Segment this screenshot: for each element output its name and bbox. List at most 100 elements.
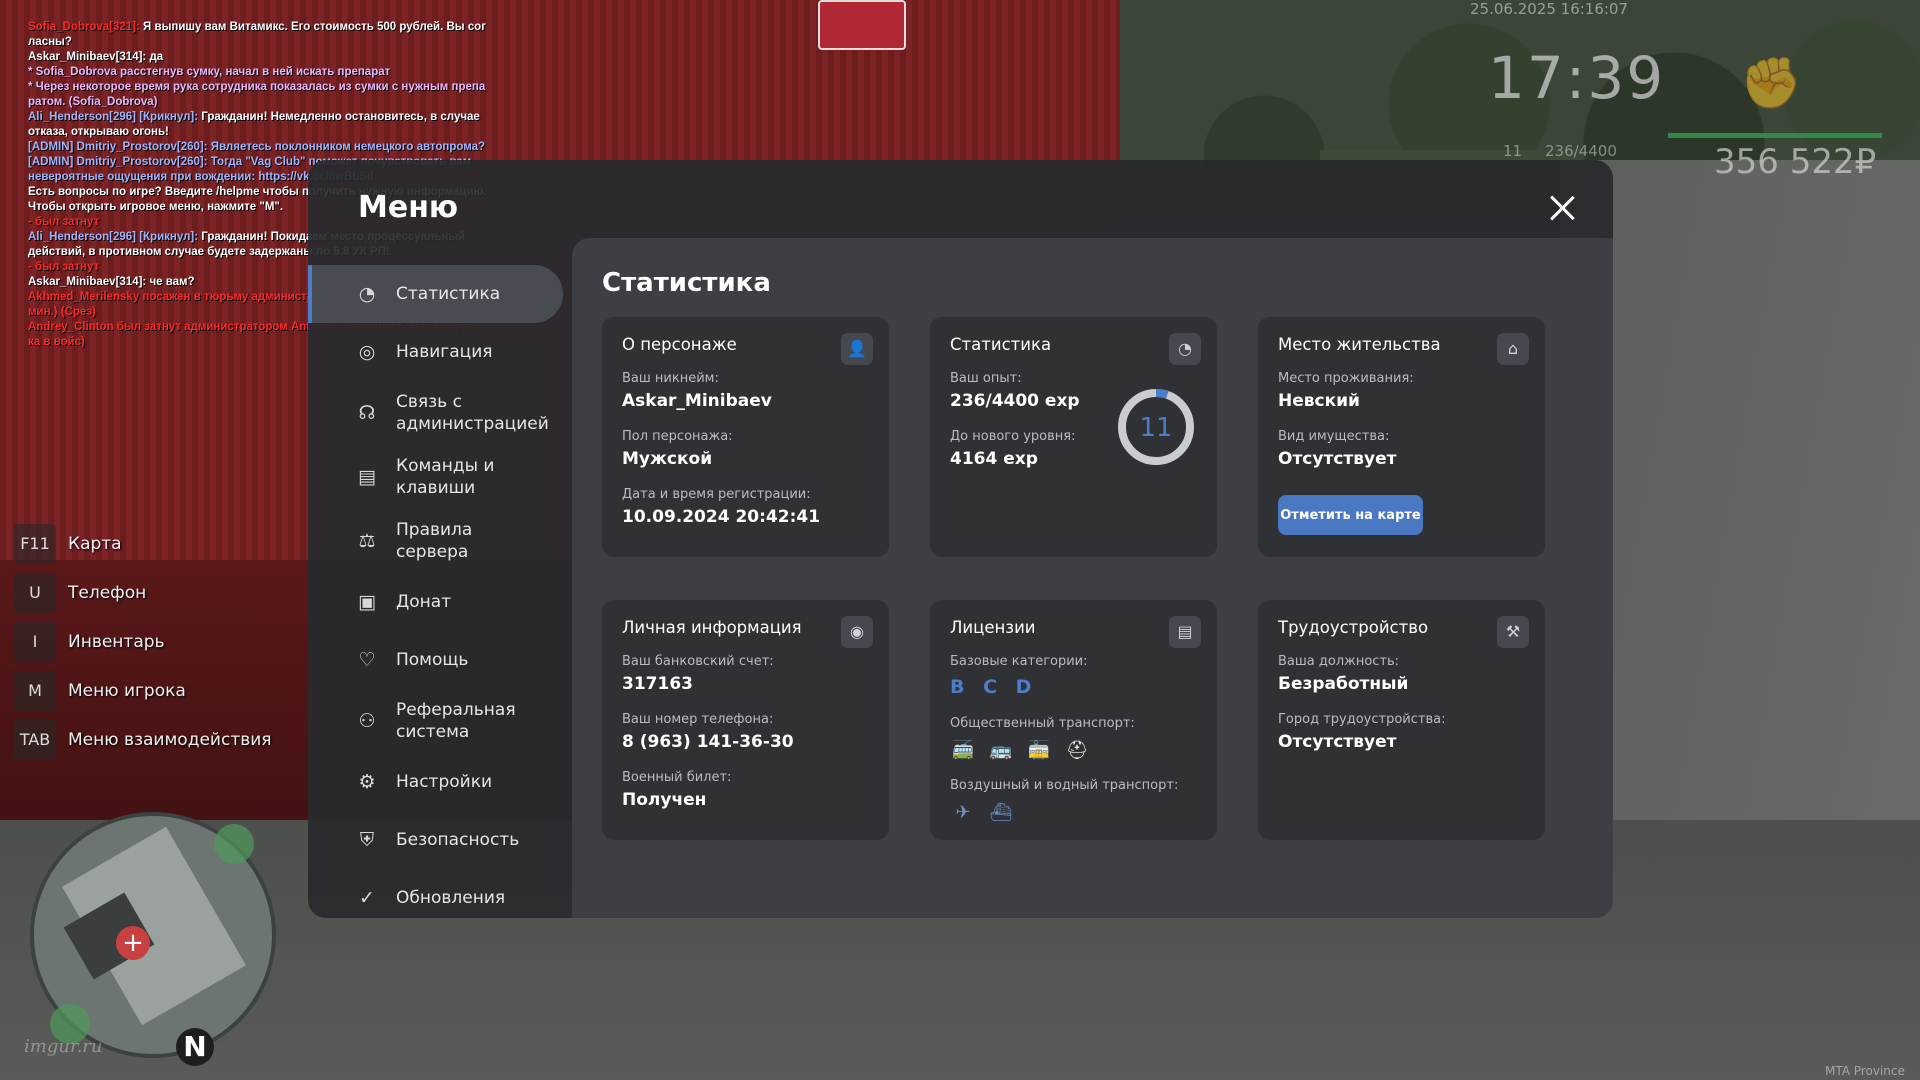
chat-line: отказа, открываю огонь!	[28, 125, 498, 140]
military-value: Получен	[622, 790, 707, 810]
card-character: О персонаже 👤 Ваш никнейм: Askar_Minibae…	[602, 317, 889, 557]
close-icon[interactable]	[1544, 190, 1580, 226]
billboard-poster	[818, 0, 906, 50]
nav-item-label: Помощь	[396, 650, 469, 670]
nav-item-8[interactable]: ⚙ Настройки	[308, 753, 563, 811]
card-personal-info: Личная информация ◉ Ваш банковский счет:…	[602, 600, 889, 840]
chat-line-prefix: * Sofia_Dobrova расстегнув сумку, начал …	[28, 66, 391, 78]
server-tag: MTA Province #4	[1825, 1064, 1905, 1080]
chat-line-prefix: Чтобы открыть игровое меню, нажмите "M".	[28, 201, 284, 213]
base-categories-label: Базовые категории:	[950, 654, 1088, 669]
chat-line-prefix: ратом. (Sofia_Dobrova)	[28, 96, 158, 108]
registration-value: 10.09.2024 20:42:41	[622, 507, 821, 527]
compass-north-icon: N	[176, 1028, 214, 1066]
shield-icon: ⛨	[359, 829, 375, 851]
nav-item-label: Настройки	[396, 772, 493, 792]
chat-line-prefix: мин.) (Срез)	[28, 306, 96, 318]
bank-marker-icon	[214, 824, 254, 864]
chat-line-prefix: - был затнут	[28, 261, 100, 273]
chat-line-prefix: Askar_Minibaev[314]: да	[28, 51, 164, 63]
menu-nav: ◔ Статистика ◎ Навигация ☊ Связь с администра…	[308, 265, 563, 927]
key-label: Меню взаимодействия	[68, 729, 272, 750]
key-cap: TAB	[14, 719, 56, 760]
position-value: Безработный	[1278, 674, 1409, 694]
health-bar	[1668, 133, 1882, 138]
card-licenses: Лицензии ▤ Базовые категории: B C D Обще…	[930, 600, 1217, 840]
next-level-value: 4164 exp	[950, 449, 1038, 469]
nav-item-5[interactable]: ▣ Донат	[308, 573, 563, 631]
keybind-row: U Телефон	[14, 568, 272, 617]
nav-item-1[interactable]: ◎ Навигация	[308, 323, 563, 381]
gender-value: Мужской	[622, 449, 713, 469]
nav-item-3[interactable]: ▤ Команды и клавиши	[308, 445, 563, 509]
chat-line-message: Я выпишу вам Витамикс. Его стоимость 500…	[139, 21, 486, 33]
card-title: Трудоустройство	[1278, 618, 1429, 637]
level-progress-ring: 11	[1118, 389, 1194, 465]
airplane-icon: ✈	[955, 802, 971, 823]
nav-item-label: Обновления	[396, 888, 506, 908]
nav-item-10[interactable]: ✓ Обновления	[308, 869, 563, 927]
id-card-icon: ▤	[1169, 616, 1201, 648]
nav-item-label: Статистика	[396, 284, 501, 304]
public-transport-icons: 🚎 🚌 🚋 ⛑	[950, 738, 1090, 764]
hud-exp: 236/4400	[1545, 142, 1617, 160]
key-cap: F11	[14, 523, 56, 564]
bus-icon: 🚌	[989, 740, 1013, 761]
keybind-row: TAB Меню взаимодействия	[14, 715, 272, 764]
scales-icon: ⚖	[358, 530, 376, 552]
key-label: Инвентарь	[68, 631, 165, 652]
fist-weapon-icon: ✊	[1740, 54, 1803, 112]
card-title: О персонаже	[622, 335, 737, 354]
hammer-icon: ⚒	[1497, 616, 1529, 648]
hud-level: 11	[1503, 142, 1523, 160]
mark-on-map-button[interactable]: Отметить на карте	[1278, 495, 1423, 535]
chat-line: Askar_Minibaev[314]: да	[28, 50, 498, 65]
phone-value: 8 (963) 141-36-30	[622, 732, 794, 752]
nav-item-4[interactable]: ⚖ Правила сервера	[308, 509, 563, 573]
chat-line-prefix: отказа, открываю огонь!	[28, 126, 169, 138]
hospital-marker-icon: +	[116, 926, 150, 960]
nav-item-2[interactable]: ☊ Связь с администрацией	[308, 381, 563, 445]
key-cap: M	[14, 670, 56, 711]
key-cap: I	[14, 621, 56, 662]
residence-label: Место проживания:	[1278, 371, 1414, 386]
chat-line-message: Гражданин! Немедленно остановитесь, в сл…	[198, 111, 480, 123]
military-label: Военный билет:	[622, 770, 732, 785]
card-title: Статистика	[950, 335, 1052, 354]
hud-money: 356 522₽	[1714, 142, 1877, 182]
card-title: Место жительства	[1278, 335, 1441, 354]
nav-item-6[interactable]: ♡ Помощь	[308, 631, 563, 689]
card-residence: Место жительства ⌂ Место проживания: Нев…	[1258, 317, 1545, 557]
nav-item-7[interactable]: ⚇ Реферальная система	[308, 689, 563, 753]
chat-line-prefix: ка в войс)	[28, 336, 85, 348]
chat-line: [ADMIN] Dmitriy_Prostorov[260]: Являетес…	[28, 140, 498, 155]
registration-label: Дата и время регистрации:	[622, 487, 811, 502]
chat-line: * Sofia_Dobrova расстегнув сумку, начал …	[28, 65, 498, 80]
nav-item-label: Команды и клавиши	[396, 456, 495, 498]
nav-item-9[interactable]: ⛨ Безопасность	[308, 811, 563, 869]
exp-label: Ваш опыт:	[950, 371, 1022, 386]
bank-label: Ваш банковский счет:	[622, 654, 774, 669]
document-icon: ▤	[358, 466, 376, 488]
key-cap: U	[14, 572, 56, 613]
card-title: Личная информация	[622, 618, 802, 637]
compass-icon: ◎	[358, 341, 376, 363]
hud-clock: 17:39	[1488, 44, 1666, 112]
nav-item-0[interactable]: ◔ Статистика	[308, 265, 563, 323]
wallet-icon: ▣	[358, 591, 376, 613]
chat-line-prefix: Sofia_Dobrova[321]:	[28, 21, 140, 33]
check-badge-icon: ✓	[359, 887, 375, 909]
chat-line: * Через некоторое время рука сотрудника …	[28, 80, 498, 95]
people-network-icon: ⚇	[358, 710, 376, 732]
gender-label: Пол персонажа:	[622, 429, 733, 444]
next-level-label: До нового уровня:	[950, 429, 1076, 444]
keybind-hints: F11 Карта U Телефон I Инвентарь M Меню игрока TA…	[14, 519, 272, 764]
base-categories-value: B C D	[950, 676, 1038, 698]
key-label: Карта	[68, 533, 122, 554]
watermark: imgur.ru	[24, 1036, 103, 1057]
position-label: Ваша должность:	[1278, 654, 1400, 669]
heart-hand-icon: ♡	[358, 649, 376, 671]
job-city-label: Город трудоустройства:	[1278, 712, 1446, 727]
trolleybus-icon: 🚎	[951, 740, 975, 761]
chat-line: ласны?	[28, 35, 498, 50]
